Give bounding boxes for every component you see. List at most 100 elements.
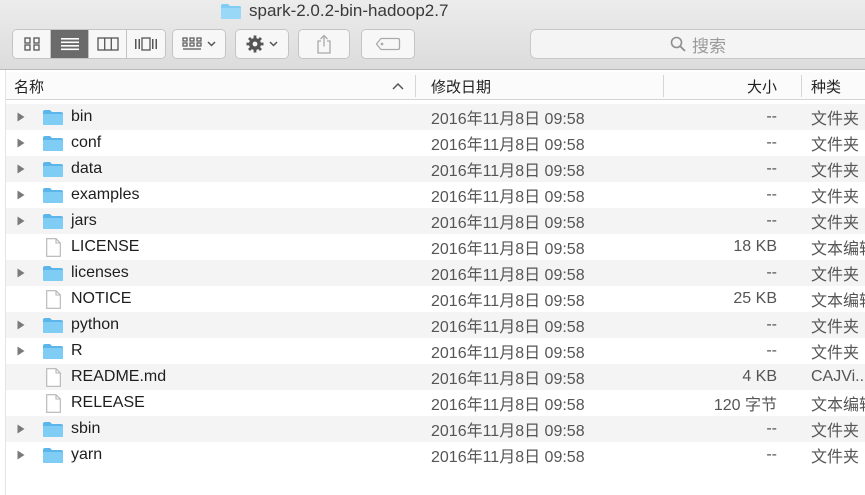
folder-icon: [42, 104, 64, 130]
disclosure-triangle-icon[interactable]: [15, 208, 27, 234]
file-row-licenses[interactable]: licenses 2016年11月8日 09:58 -- 文件夹: [6, 260, 865, 286]
column-name-label: 名称: [14, 78, 45, 96]
file-row-notice[interactable]: NOTICE 2016年11月8日 09:58 25 KB 文本编辑: [6, 286, 865, 312]
file-row-data[interactable]: data 2016年11月8日 09:58 -- 文件夹: [6, 156, 865, 182]
column-view-button[interactable]: [89, 30, 127, 58]
file-kind: 文件夹: [811, 449, 860, 466]
file-kind: 文本编辑: [811, 241, 865, 258]
file-date: 2016年11月8日 09:58: [431, 449, 585, 466]
file-date: 2016年11月8日 09:58: [431, 189, 585, 206]
file-size: --: [766, 108, 777, 125]
disclosure-triangle-icon[interactable]: [15, 156, 27, 182]
cover-flow-button[interactable]: [127, 30, 165, 58]
file-date: 2016年11月8日 09:58: [431, 319, 585, 336]
file-kind: 文件夹: [811, 319, 860, 336]
file-kind: 文本编辑: [811, 397, 865, 414]
disclosure-triangle-icon[interactable]: [15, 104, 27, 130]
arrange-button[interactable]: [173, 30, 225, 58]
column-header-date[interactable]: 修改日期: [431, 72, 491, 100]
file-kind: 文件夹: [811, 189, 860, 206]
file-size: 18 KB: [733, 238, 777, 255]
chevron-down-icon: [207, 41, 216, 47]
column-kind-label: 种类: [811, 78, 842, 96]
share-control[interactable]: [298, 29, 350, 59]
action-control[interactable]: [235, 29, 289, 59]
file-row-release[interactable]: RELEASE 2016年11月8日 09:58 120 字节 文本编辑: [6, 390, 865, 416]
file-name: README.md: [71, 368, 167, 385]
file-row-conf[interactable]: conf 2016年11月8日 09:58 -- 文件夹: [6, 130, 865, 156]
file-row-readme[interactable]: README.md 2016年11月8日 09:58 4 KB CAJVi...: [6, 364, 865, 390]
file-row-sbin[interactable]: sbin 2016年11月8日 09:58 -- 文件夹: [6, 416, 865, 442]
file-name: NOTICE: [71, 290, 132, 307]
file-row-license[interactable]: LICENSE 2016年11月8日 09:58 18 KB 文本编辑: [6, 234, 865, 260]
document-icon: [42, 364, 64, 390]
file-name: yarn: [71, 446, 103, 463]
tag-icon: [375, 37, 401, 51]
file-date: 2016年11月8日 09:58: [431, 241, 585, 258]
tag-control[interactable]: [361, 29, 415, 59]
share-icon: [317, 34, 331, 54]
file-date: 2016年11月8日 09:58: [431, 293, 585, 310]
file-size: 25 KB: [733, 290, 777, 307]
disclosure-triangle-icon[interactable]: [15, 312, 27, 338]
disclosure-triangle-icon[interactable]: [15, 442, 27, 468]
disclosure-triangle-icon[interactable]: [15, 130, 27, 156]
file-date: 2016年11月8日 09:58: [431, 163, 585, 180]
column-header-kind[interactable]: 种类: [811, 72, 841, 100]
file-row-yarn[interactable]: yarn 2016年11月8日 09:58 -- 文件夹: [6, 442, 865, 468]
file-row-r[interactable]: R 2016年11月8日 09:58 -- 文件夹: [6, 338, 865, 364]
file-kind: 文件夹: [811, 111, 860, 128]
file-size: --: [766, 316, 777, 333]
column-header-name[interactable]: 名称: [14, 72, 44, 100]
disclosure-triangle-icon[interactable]: [15, 182, 27, 208]
column-view-icon: [96, 37, 119, 51]
file-kind: 文本编辑: [811, 293, 865, 310]
file-name: examples: [71, 186, 140, 203]
column-header: 名称 修改日期 大小 种类: [6, 72, 865, 100]
file-size: --: [766, 420, 777, 437]
file-date: 2016年11月8日 09:58: [431, 267, 585, 284]
column-header-size[interactable]: 大小: [747, 72, 777, 100]
folder-icon: [42, 312, 64, 338]
disclosure-triangle-icon[interactable]: [15, 260, 27, 286]
document-icon: [42, 390, 64, 416]
file-size: --: [766, 342, 777, 359]
file-row-bin[interactable]: bin 2016年11月8日 09:58 -- 文件夹: [6, 104, 865, 130]
column-divider[interactable]: [663, 75, 664, 97]
file-name: licenses: [71, 264, 129, 281]
column-divider[interactable]: [801, 75, 802, 97]
file-date: 2016年11月8日 09:58: [431, 371, 585, 388]
search-placeholder: 搜索: [692, 36, 726, 56]
action-button[interactable]: [236, 30, 288, 58]
view-mode-control[interactable]: [12, 29, 166, 59]
search-input[interactable]: 搜索: [530, 29, 865, 59]
disclosure-triangle-icon[interactable]: [15, 338, 27, 364]
arrange-grid-icon: [182, 37, 202, 50]
search-icon: [670, 36, 686, 52]
file-name: bin: [71, 108, 93, 125]
file-kind: CAJVi...: [811, 368, 865, 385]
arrange-control[interactable]: [172, 29, 226, 59]
file-name: LICENSE: [71, 238, 140, 255]
document-icon: [42, 286, 64, 312]
share-button[interactable]: [299, 30, 349, 58]
icon-view-button[interactable]: [13, 30, 51, 58]
file-size: --: [766, 134, 777, 151]
tag-button[interactable]: [362, 30, 414, 58]
file-row-python[interactable]: python 2016年11月8日 09:58 -- 文件夹: [6, 312, 865, 338]
document-icon: [42, 234, 64, 260]
sort-ascending-icon[interactable]: [392, 82, 404, 90]
file-kind: 文件夹: [811, 215, 860, 232]
file-row-jars[interactable]: jars 2016年11月8日 09:58 -- 文件夹: [6, 208, 865, 234]
column-divider[interactable]: [415, 75, 416, 97]
file-date: 2016年11月8日 09:58: [431, 423, 585, 440]
file-date: 2016年11月8日 09:58: [431, 397, 585, 414]
chevron-down-icon: [269, 41, 278, 47]
file-row-examples[interactable]: examples 2016年11月8日 09:58 -- 文件夹: [6, 182, 865, 208]
folder-icon: [42, 260, 64, 286]
folder-icon: [42, 156, 64, 182]
disclosure-triangle-icon[interactable]: [15, 416, 27, 442]
list-view-button[interactable]: [51, 30, 89, 58]
file-date: 2016年11月8日 09:58: [431, 215, 585, 232]
file-size: --: [766, 160, 777, 177]
